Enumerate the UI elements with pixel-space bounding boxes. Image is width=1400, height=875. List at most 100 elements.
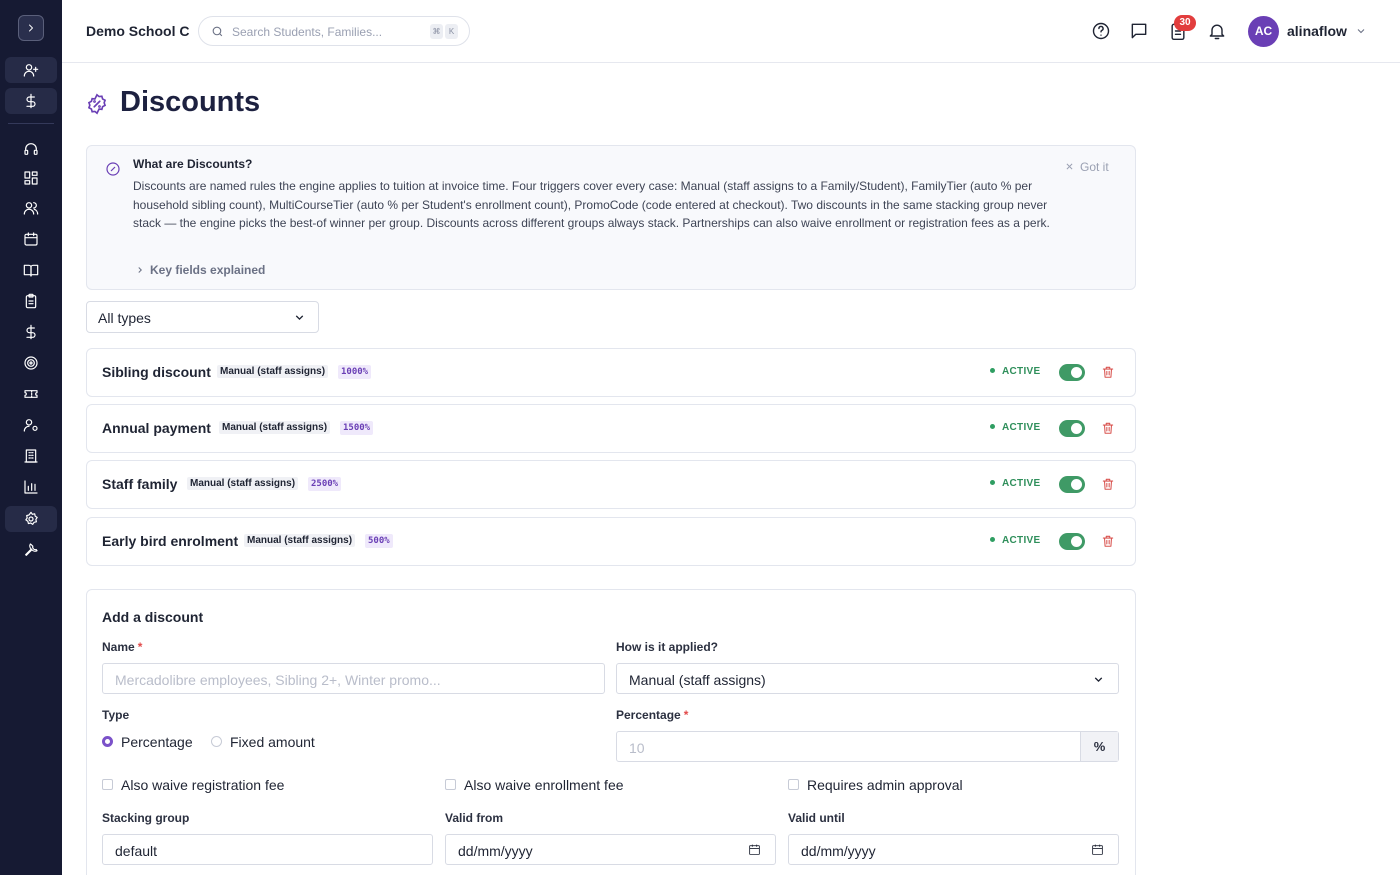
status-label: ACTIVE xyxy=(1002,366,1041,377)
type-option-percentage[interactable]: Percentage xyxy=(121,734,193,750)
key-fields-label: Key fields explained xyxy=(150,263,266,277)
info-body: Discounts are named rules the engine app… xyxy=(133,179,1050,230)
discount-row[interactable]: Annual payment Manual (staff assigns) 15… xyxy=(86,404,1136,453)
calendar-picker-button[interactable] xyxy=(1091,843,1104,861)
page-title: Discounts xyxy=(120,86,261,118)
add-user-icon xyxy=(23,64,39,77)
status-label: ACTIVE xyxy=(1002,535,1041,546)
sidebar-item-settings[interactable] xyxy=(5,506,57,532)
sidebar-item-add-user[interactable] xyxy=(5,57,57,83)
type-option-fixed[interactable]: Fixed amount xyxy=(230,734,315,750)
stacking-group-field[interactable]: default xyxy=(102,834,433,865)
bell-icon xyxy=(1209,24,1225,40)
school-name[interactable]: Demo School C xyxy=(86,23,189,39)
calendar-icon xyxy=(1092,844,1103,855)
sidebar-item-user-roles[interactable] xyxy=(5,412,57,438)
discount-trigger-badge: Manual (staff assigns) xyxy=(217,365,329,378)
sidebar-item-courses[interactable] xyxy=(5,257,57,283)
form-title: Add a discount xyxy=(102,609,204,625)
global-search[interactable]: Search Students, Families... ⌘ K xyxy=(198,16,470,46)
name-field[interactable]: Mercadolibre employees, Sibling 2+, Wint… xyxy=(102,663,605,694)
discount-badge-icon xyxy=(106,162,120,176)
delete-button[interactable] xyxy=(1101,365,1115,384)
stacking-value: default xyxy=(115,843,158,859)
waive-enrollment-label[interactable]: Also waive enrollment fee xyxy=(464,777,624,793)
headset-icon xyxy=(24,143,38,155)
requires-approval-label[interactable]: Requires admin approval xyxy=(807,777,963,793)
toggle-knob xyxy=(1071,479,1082,490)
type-radio-fixed[interactable] xyxy=(211,736,222,747)
active-toggle[interactable] xyxy=(1059,476,1085,493)
waive-registration-label[interactable]: Also waive registration fee xyxy=(121,777,284,793)
sidebar-item-calendar[interactable] xyxy=(5,226,57,252)
status-label: ACTIVE xyxy=(1002,478,1041,489)
waive-enrollment-checkbox[interactable] xyxy=(445,779,456,790)
key-fields-toggle[interactable]: Key fields explained xyxy=(135,263,265,277)
dismiss-button[interactable]: Got it xyxy=(1065,160,1109,174)
sidebar-item-support[interactable] xyxy=(5,136,57,162)
sidebar-item-goals[interactable] xyxy=(5,350,57,376)
calendar-icon xyxy=(24,232,38,246)
active-toggle[interactable] xyxy=(1059,420,1085,437)
info-panel: What are Discounts? Discounts are named … xyxy=(86,145,1136,290)
search-input[interactable]: Search Students, Families... xyxy=(232,25,382,39)
trash-icon xyxy=(1102,478,1114,490)
discount-row[interactable]: Staff family Manual (staff assigns) 2500… xyxy=(86,460,1136,509)
type-filter-select[interactable]: All types xyxy=(86,301,319,333)
calendar-picker-button[interactable] xyxy=(748,843,761,861)
sidebar-item-tickets[interactable] xyxy=(5,381,57,407)
type-radio-percentage[interactable] xyxy=(102,736,113,747)
tasks-count-badge: 30 xyxy=(1174,15,1196,31)
valid-from-label: Valid from xyxy=(445,811,504,825)
delete-button[interactable] xyxy=(1101,534,1115,553)
messages-button[interactable] xyxy=(1129,21,1149,41)
percentage-field[interactable]: 10 % xyxy=(616,731,1119,762)
delete-button[interactable] xyxy=(1101,421,1115,440)
sidebar-item-dashboard[interactable] xyxy=(5,165,57,191)
status-label: ACTIVE xyxy=(1002,422,1041,433)
sidebar-item-billing[interactable] xyxy=(5,88,57,114)
close-icon xyxy=(1066,163,1073,170)
sidebar-item-payments[interactable] xyxy=(5,319,57,345)
stacking-label: Stacking group xyxy=(102,811,190,825)
avatar[interactable]: AC xyxy=(1248,16,1279,47)
book-icon xyxy=(23,264,39,277)
wrench-icon xyxy=(25,543,38,556)
requires-approval-checkbox[interactable] xyxy=(788,779,799,790)
name-placeholder: Mercadolibre employees, Sibling 2+, Wint… xyxy=(115,672,441,688)
delete-button[interactable] xyxy=(1101,477,1115,496)
status-dot xyxy=(990,537,995,542)
sidebar-item-tools[interactable] xyxy=(5,537,57,563)
sidebar-toggle-button[interactable] xyxy=(18,15,44,41)
discount-row[interactable]: Sibling discount Manual (staff assigns) … xyxy=(86,348,1136,397)
sidebar-item-people[interactable] xyxy=(5,195,57,221)
clipboard-icon xyxy=(25,293,37,309)
chevron-down-icon[interactable] xyxy=(1355,25,1367,37)
help-button[interactable] xyxy=(1091,21,1111,41)
sidebar-item-reports[interactable] xyxy=(5,474,57,500)
sidebar-item-organization[interactable] xyxy=(5,443,57,469)
dollar-icon xyxy=(26,324,36,340)
notifications-button[interactable] xyxy=(1207,21,1227,41)
chevron-down-icon xyxy=(1094,677,1103,683)
discount-value-badge: 1000% xyxy=(338,365,372,379)
username[interactable]: alinaflow xyxy=(1287,23,1347,39)
target-icon xyxy=(24,356,38,370)
active-toggle[interactable] xyxy=(1059,364,1085,381)
applied-value: Manual (staff assigns) xyxy=(629,672,766,688)
applied-select[interactable]: Manual (staff assigns) xyxy=(616,663,1119,694)
percentage-label: Percentage * xyxy=(616,708,689,722)
info-title: What are Discounts? xyxy=(133,157,253,171)
active-toggle[interactable] xyxy=(1059,533,1085,550)
sidebar-divider xyxy=(8,123,54,124)
valid-from-field[interactable]: dd/mm/yyyy xyxy=(445,834,776,865)
discount-row[interactable]: Early bird enrolment Manual (staff assig… xyxy=(86,517,1136,566)
name-label: Name * xyxy=(102,640,143,654)
chart-icon xyxy=(24,480,38,494)
waive-registration-checkbox[interactable] xyxy=(102,779,113,790)
status-dot xyxy=(990,368,995,373)
applied-label: How is it applied? xyxy=(616,640,719,654)
valid-until-field[interactable]: dd/mm/yyyy xyxy=(788,834,1119,865)
trash-icon xyxy=(1102,366,1114,378)
sidebar-item-assignments[interactable] xyxy=(5,288,57,314)
